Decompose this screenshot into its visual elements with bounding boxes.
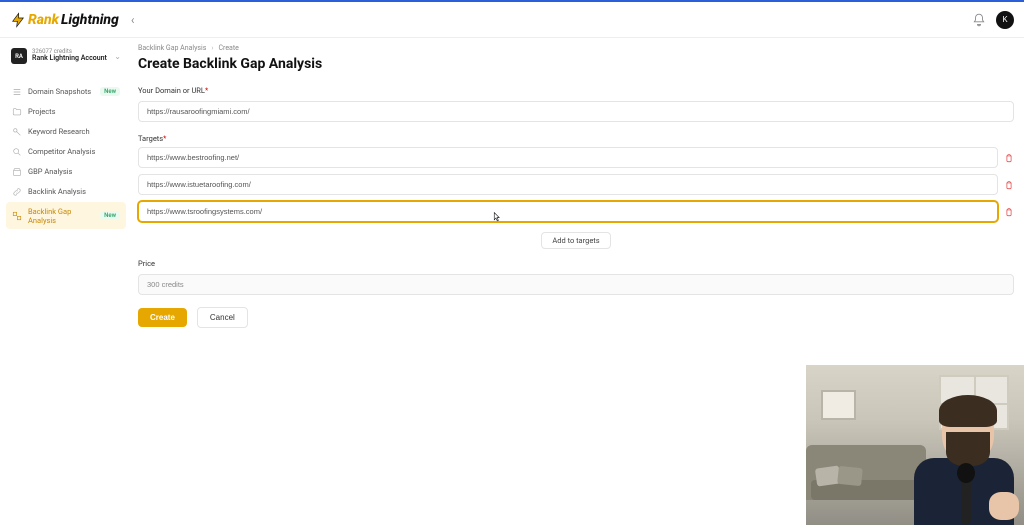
new-badge: New (100, 87, 120, 96)
notification-icon[interactable] (972, 13, 986, 27)
nav-label: Keyword Research (28, 127, 90, 136)
domain-label: Your Domain or URL* (138, 86, 1014, 95)
brand-rank: Rank (28, 12, 59, 28)
account-name: Rank Lightning Account (32, 55, 107, 63)
account-badge: RA (11, 48, 27, 64)
nav-label: Backlink Gap Analysis (28, 207, 94, 225)
stack-icon (12, 87, 22, 97)
nav-backlink-gap-analysis[interactable]: Backlink Gap Analysis New (6, 202, 126, 229)
main-nav: Domain Snapshots New Projects Keyword Re… (6, 82, 126, 229)
search-icon (12, 147, 22, 157)
target-input-3[interactable] (138, 201, 998, 222)
nav-projects[interactable]: Projects (6, 102, 126, 121)
breadcrumb-parent[interactable]: Backlink Gap Analysis (138, 44, 206, 52)
nav-label: GBP Analysis (28, 167, 72, 176)
user-avatar[interactable]: K (996, 11, 1014, 29)
nav-keyword-research[interactable]: Keyword Research (6, 122, 126, 141)
nav-domain-snapshots[interactable]: Domain Snapshots New (6, 82, 126, 101)
gap-icon (12, 211, 22, 221)
account-switcher[interactable]: RA 326077 credits Rank Lightning Account… (6, 44, 126, 68)
nav-backlink-analysis[interactable]: Backlink Analysis (6, 182, 126, 201)
breadcrumb-current: Create (218, 44, 238, 52)
price-display (138, 274, 1014, 295)
folder-icon (12, 107, 22, 117)
target-row (138, 201, 1014, 222)
trash-icon[interactable] (1004, 180, 1014, 190)
webcam-overlay (806, 365, 1024, 525)
topbar: RankLightning ‹ K (0, 2, 1024, 38)
breadcrumb: Backlink Gap Analysis › Create (138, 44, 1014, 52)
add-to-targets-button[interactable]: Add to targets (541, 232, 610, 249)
nav-label: Competitor Analysis (28, 147, 95, 156)
new-badge: New (100, 211, 120, 220)
target-input-1[interactable] (138, 147, 998, 168)
breadcrumb-separator: › (211, 44, 213, 52)
price-label: Price (138, 259, 1014, 268)
targets-label: Targets* (138, 134, 1014, 143)
domain-input[interactable] (138, 101, 1014, 122)
cancel-button[interactable]: Cancel (197, 307, 248, 328)
brand-lightning: Lightning (61, 12, 119, 28)
key-icon (12, 127, 22, 137)
nav-label: Backlink Analysis (28, 187, 86, 196)
target-input-2[interactable] (138, 174, 998, 195)
nav-competitor-analysis[interactable]: Competitor Analysis (6, 142, 126, 161)
sidebar: RA 326077 credits Rank Lightning Account… (0, 38, 132, 525)
nav-label: Projects (28, 107, 56, 116)
store-icon (12, 167, 22, 177)
trash-icon[interactable] (1004, 207, 1014, 217)
nav-gbp-analysis[interactable]: GBP Analysis (6, 162, 126, 181)
nav-back-button[interactable]: ‹ (131, 13, 135, 27)
page-title: Create Backlink Gap Analysis (138, 56, 1014, 72)
link-icon (12, 187, 22, 197)
trash-icon[interactable] (1004, 153, 1014, 163)
nav-label: Domain Snapshots (28, 87, 91, 96)
brand-logo[interactable]: RankLightning (10, 12, 119, 28)
chevron-down-icon: ⌄ (114, 52, 121, 61)
create-button[interactable]: Create (138, 308, 187, 327)
target-row (138, 147, 1014, 168)
target-row (138, 174, 1014, 195)
lightning-icon (10, 12, 26, 28)
